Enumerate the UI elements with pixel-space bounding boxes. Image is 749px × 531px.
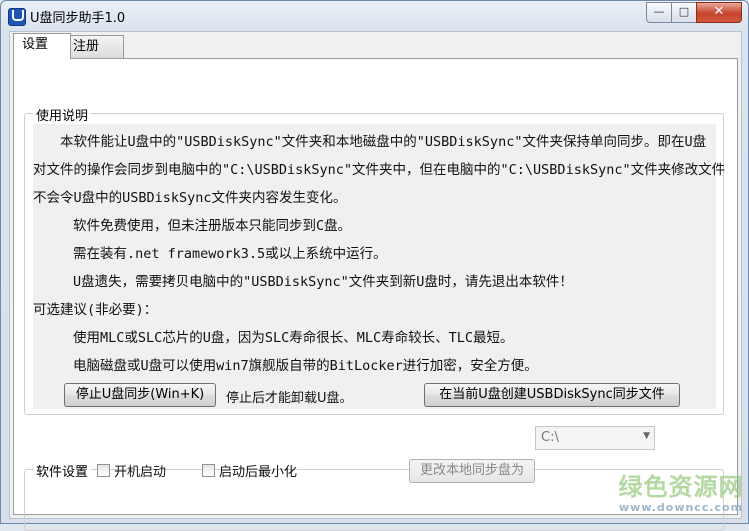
- drive-select-value: C:\: [541, 430, 559, 445]
- usage-line: 需在装有.net framework3.5或以上系统中运行。: [73, 246, 387, 262]
- close-button[interactable]: ✕: [696, 2, 742, 23]
- tab-settings[interactable]: 设置: [13, 33, 71, 59]
- usage-group-title: 使用说明: [33, 105, 92, 124]
- chevron-down-icon[interactable]: ▼: [643, 431, 650, 441]
- tab-register[interactable]: 注册: [64, 35, 124, 58]
- drive-select[interactable]: C:\ ▼: [535, 426, 655, 450]
- usage-line: U盘遗失，需要拷贝电脑中的"USBDiskSync"文件夹到新U盘时，请先退出本…: [73, 274, 573, 290]
- settings-group-title: 软件设置: [33, 461, 92, 480]
- minimize-button[interactable]: —: [646, 2, 672, 23]
- usage-line: 对文件的操作会同步到电脑中的"C:\USBDiskSync"文件夹中，但在电脑中…: [33, 162, 726, 178]
- stop-sync-button[interactable]: 停止U盘同步(Win+K): [64, 383, 216, 407]
- window-title: U盘同步助手1.0: [30, 11, 126, 26]
- usage-line: 软件免费使用，但未注册版本只能同步到C盘。: [73, 218, 352, 234]
- autostart-checkbox[interactable]: [97, 464, 110, 477]
- usage-line: 使用MLC或SLC芯片的U盘，因为SLC寿命很长、MLC寿命较长、TLC最短。: [73, 330, 514, 346]
- watermark-main: 绿色资源网: [618, 473, 744, 501]
- minimize-on-start-label: 启动后最小化: [219, 465, 298, 480]
- create-sync-folder-button[interactable]: 在当前U盘创建USBDiskSync同步文件: [424, 383, 680, 407]
- title-bar[interactable]: U盘同步助手1.0 — □ ✕: [1, 1, 748, 31]
- usage-group: 使用说明 本软件能让U盘中的"USBDiskSync"文件夹和本地磁盘中的"US…: [24, 105, 725, 415]
- app-window: U盘同步助手1.0 — □ ✕ 设置 注册 使用说明 本软件能让U盘中的"USB…: [0, 0, 749, 531]
- usage-line: 不会令U盘中的USBDiskSync文件夹内容发生变化。: [33, 190, 347, 206]
- watermark-logo: 绿色资源网 www.downcc.com: [613, 473, 749, 514]
- stop-hint-text: 停止后才能卸载U盘。: [226, 391, 353, 406]
- usage-text-box: 本软件能让U盘中的"USBDiskSync"文件夹和本地磁盘中的"USBDisk…: [33, 124, 725, 409]
- change-drive-button[interactable]: 更改本地同步盘为: [409, 459, 535, 483]
- maximize-button[interactable]: □: [671, 2, 697, 23]
- usage-line: 可选建议(非必要)：: [33, 302, 158, 318]
- usage-line: 电脑磁盘或U盘可以使用win7旗舰版自带的BitLocker进行加密，安全方便。: [73, 358, 538, 374]
- watermark-url: www.downcc.com: [618, 501, 744, 514]
- usage-line: 本软件能让U盘中的"USBDiskSync"文件夹和本地磁盘中的"USBDisk…: [60, 134, 707, 150]
- minimize-on-start-checkbox[interactable]: [202, 464, 215, 477]
- autostart-label: 开机启动: [114, 465, 167, 480]
- usb-drive-icon: [8, 8, 26, 26]
